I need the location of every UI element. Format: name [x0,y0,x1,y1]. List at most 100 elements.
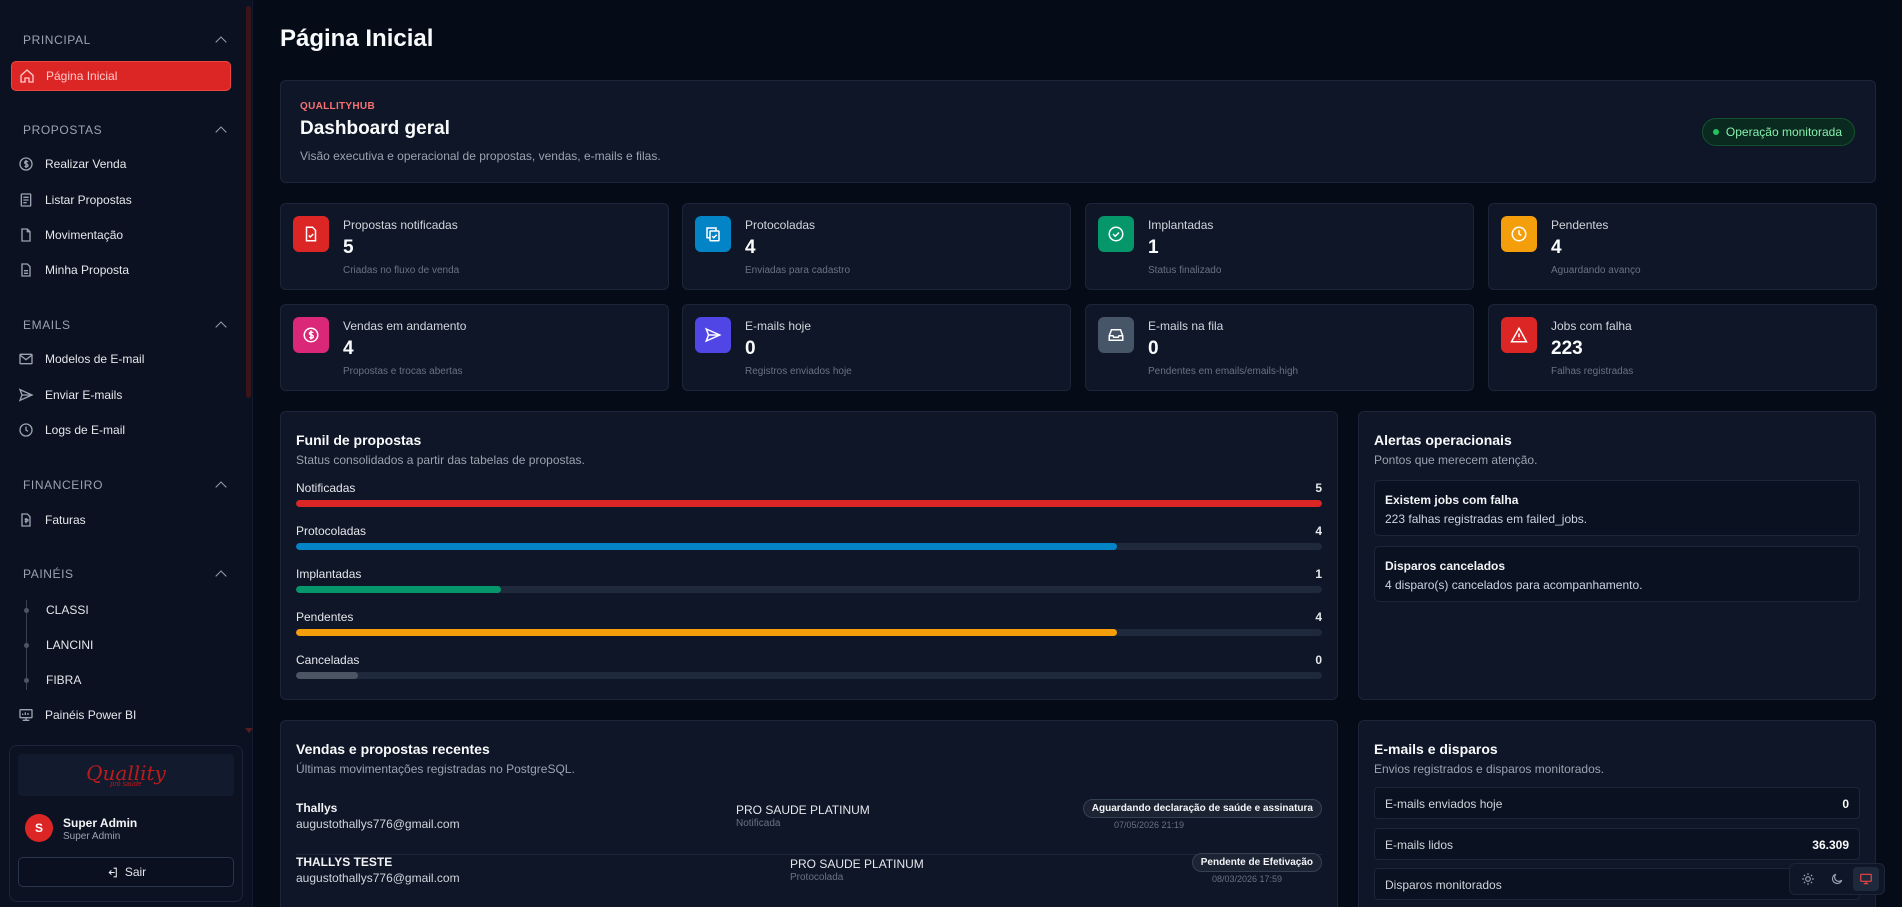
sidebar-item-lancini[interactable]: LANCINI [46,637,93,653]
sun-icon[interactable] [1795,867,1821,891]
email-stat-label: Disparos monitorados [1385,878,1502,892]
inbox-icon [1098,317,1134,353]
check-circle-icon [1098,216,1134,252]
sale-date: 08/03/2026 17:59 [1212,874,1283,884]
file-text-icon [21,263,31,277]
panel-title: Vendas e propostas recentes [296,741,490,757]
email-stat-value: 36.309 [1812,838,1849,852]
funnel-label: Canceladas [296,653,360,667]
funnel-row: Implantadas 1 [296,567,1322,599]
funnel-value: 0 [1315,653,1322,667]
sidebar-item-faturas[interactable]: Faturas [11,505,231,535]
sale-plan-status: Protocolada [790,872,844,883]
email-stat-row: E-mails lidos 36.309 [1374,828,1860,860]
monitor-icon[interactable] [1852,867,1879,891]
stat-value: 5 [343,237,354,258]
dollar-circle-icon [19,157,33,171]
sidebar-item-modelos-email[interactable]: Modelos de E-mail [11,344,231,374]
funnel-label: Implantadas [296,567,362,581]
stat-hint: Pendentes em emails/emails-high [1148,366,1299,377]
logout-button[interactable]: Sair [18,857,234,887]
sidebar-nav: PRINCIPAL Página Inicial PROPOSTAS Reali… [0,0,253,740]
user-card: Quallity pró saúde S Super Admin Super A… [9,745,243,902]
stat-label: Jobs com falha [1551,319,1632,333]
email-stat-label: E-mails enviados hoje [1385,797,1503,811]
moon-icon[interactable] [1824,867,1850,891]
stat-hint: Criadas no fluxo de venda [343,265,460,276]
alert-item[interactable]: Existem jobs com falha 223 falhas regist… [1374,480,1860,536]
panel-subtitle: Últimas movimentações registradas no Pos… [296,762,575,776]
sidebar-item-fibra[interactable]: FIBRA [46,672,81,688]
stat-card[interactable]: Implantadas 1 Status finalizado [1085,203,1474,290]
brand-logo: Quallity pró saúde [18,754,234,796]
funnel-bar [296,543,1117,550]
theme-toggle [1789,863,1885,895]
table-row[interactable]: Thallys augustothallys776@gmail.com PRO … [296,799,1322,855]
stat-hint: Falhas registradas [1551,366,1634,377]
stat-label: Pendentes [1551,218,1609,232]
funnel-value: 5 [1315,481,1322,495]
funnel-label: Pendentes [296,610,354,624]
hero-subtitle: Visão executiva e operacional de propost… [300,149,661,163]
stat-card[interactable]: Jobs com falha 223 Falhas registradas [1488,304,1877,391]
stat-value: 4 [1551,237,1562,258]
sidebar-item-classi[interactable]: CLASSI [46,602,89,618]
sidebar-item-movimentacao[interactable]: Movimentação [11,220,231,250]
table-row[interactable]: THALLYS TESTE augustothallys776@gmail.co… [296,853,1322,907]
stat-value: 1 [1148,237,1159,258]
panel-title: Funil de propostas [296,432,422,448]
funnel-panel: Funil de propostas Status consolidados a… [280,411,1338,700]
stat-hint: Registros enviados hoje [745,366,852,377]
funnel-value: 4 [1315,610,1322,624]
funnel-label: Protocoladas [296,524,367,538]
stat-card[interactable]: Pendentes 4 Aguardando avanço [1488,203,1877,290]
sidebar-item-minha-proposta[interactable]: Minha Proposta [11,255,231,285]
home-icon [20,69,34,83]
section-emails[interactable]: EMAILS [23,315,227,335]
alert-desc: 4 disparo(s) cancelados para acompanhame… [1385,578,1643,592]
funnel-track [296,629,1322,636]
stat-label: Implantadas [1148,218,1214,232]
stat-label: Vendas em andamento [343,319,467,333]
stat-card[interactable]: Vendas em andamento 4 Propostas e trocas… [280,304,669,391]
sidebar-item-home[interactable]: Página Inicial [11,61,231,91]
chevron-up-icon [215,321,227,333]
panel-title: Alertas operacionais [1374,432,1512,448]
alert-item[interactable]: Disparos cancelados 4 disparo(s) cancela… [1374,546,1860,602]
dashboard-hero: QUALLITYHUB Dashboard geral Visão execut… [280,80,1876,183]
panel-subtitle: Envios registrados e disparos monitorado… [1374,762,1605,776]
stat-value: 223 [1551,338,1583,359]
stat-label: Protocoladas [745,218,816,232]
stat-hint: Status finalizado [1148,265,1222,276]
sidebar-item-enviar-emails[interactable]: Enviar E-mails [11,380,231,410]
stat-card[interactable]: E-mails hoje 0 Registros enviados hoje [682,304,1071,391]
funnel-row: Protocoladas 4 [296,524,1322,556]
section-financeiro[interactable]: FINANCEIRO [23,475,227,495]
funnel-value: 1 [1315,567,1322,581]
sidebar-item-listar-propostas[interactable]: Listar Propostas [11,185,231,215]
sidebar-item-logs-email[interactable]: Logs de E-mail [11,415,231,445]
alert-title: Existem jobs com falha [1385,493,1519,507]
stat-card[interactable]: Propostas notificadas 5 Criadas no fluxo… [280,203,669,290]
funnel-track [296,586,1322,593]
sale-date: 07/05/2026 21:19 [1114,820,1185,830]
sidebar-item-paineis-powerbi[interactable]: Painéis Power BI [11,700,231,730]
section-propostas[interactable]: PROPOSTAS [23,120,227,140]
funnel-bar [296,672,358,679]
stat-card[interactable]: E-mails na fila 0 Pendentes em emails/em… [1085,304,1474,391]
sidebar-scrollbar[interactable] [246,6,251,398]
panel-title: E-mails e disparos [1374,741,1498,757]
email-stat-value: 0 [1842,797,1849,811]
copy-check-icon [695,216,731,252]
scroll-down-arrow-icon[interactable] [245,728,253,733]
sidebar-item-realizar-venda[interactable]: Realizar Venda [11,149,231,179]
stat-label: E-mails na fila [1148,319,1224,333]
stat-card[interactable]: Protocoladas 4 Enviadas para cadastro [682,203,1071,290]
section-paineis[interactable]: PAINÉIS [23,564,227,584]
status-badge: Operação monitorada [1701,118,1855,146]
sidebar: PRINCIPAL Página Inicial PROPOSTAS Reali… [0,0,253,907]
recent-sales-panel: Vendas e propostas recentes Últimas movi… [280,720,1338,907]
stat-hint: Enviadas para cadastro [745,265,851,276]
section-principal[interactable]: PRINCIPAL [23,30,227,50]
sale-email: augustothallys776@gmail.com [296,871,460,885]
